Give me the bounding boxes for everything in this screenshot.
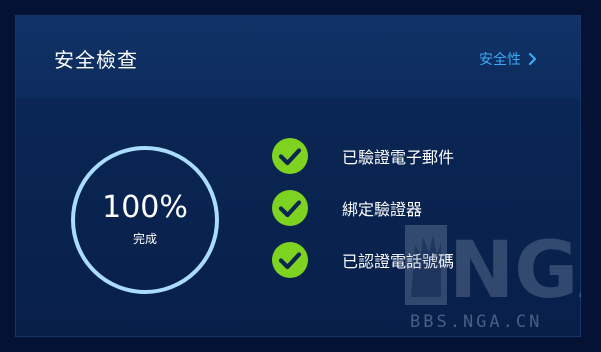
check-circle-icon: [272, 138, 308, 174]
watermark-logo-text: NGA: [449, 226, 581, 305]
chevron-right-icon[interactable]: [526, 52, 540, 66]
check-circle-icon: [272, 242, 308, 278]
check-circle-icon: [272, 190, 308, 226]
progress-value: 100%: [102, 190, 188, 225]
check-item-authenticator: 綁定驗證器: [272, 190, 454, 226]
page: 安全檢查 安全性 100% 完成 已驗證電子郵件 綁定驗證器 已認證電話號碼 N…: [0, 0, 601, 352]
check-label: 綁定驗證器: [342, 200, 423, 219]
check-item-email: 已驗證電子郵件: [272, 138, 454, 174]
nga-watermark-logo: NGA: [405, 225, 581, 305]
progress-label: 完成: [132, 232, 157, 246]
check-label: 已驗證電子郵件: [342, 148, 455, 167]
watermark-site: BBS.NGA.CN: [410, 312, 543, 332]
security-link-label[interactable]: 安全性: [479, 49, 521, 69]
card-header: 安全檢查 安全性: [16, 16, 580, 98]
security-link[interactable]: 安全性: [479, 49, 540, 69]
card-title: 安全檢查: [54, 48, 138, 72]
progress-ring: 100% 完成: [71, 146, 219, 294]
